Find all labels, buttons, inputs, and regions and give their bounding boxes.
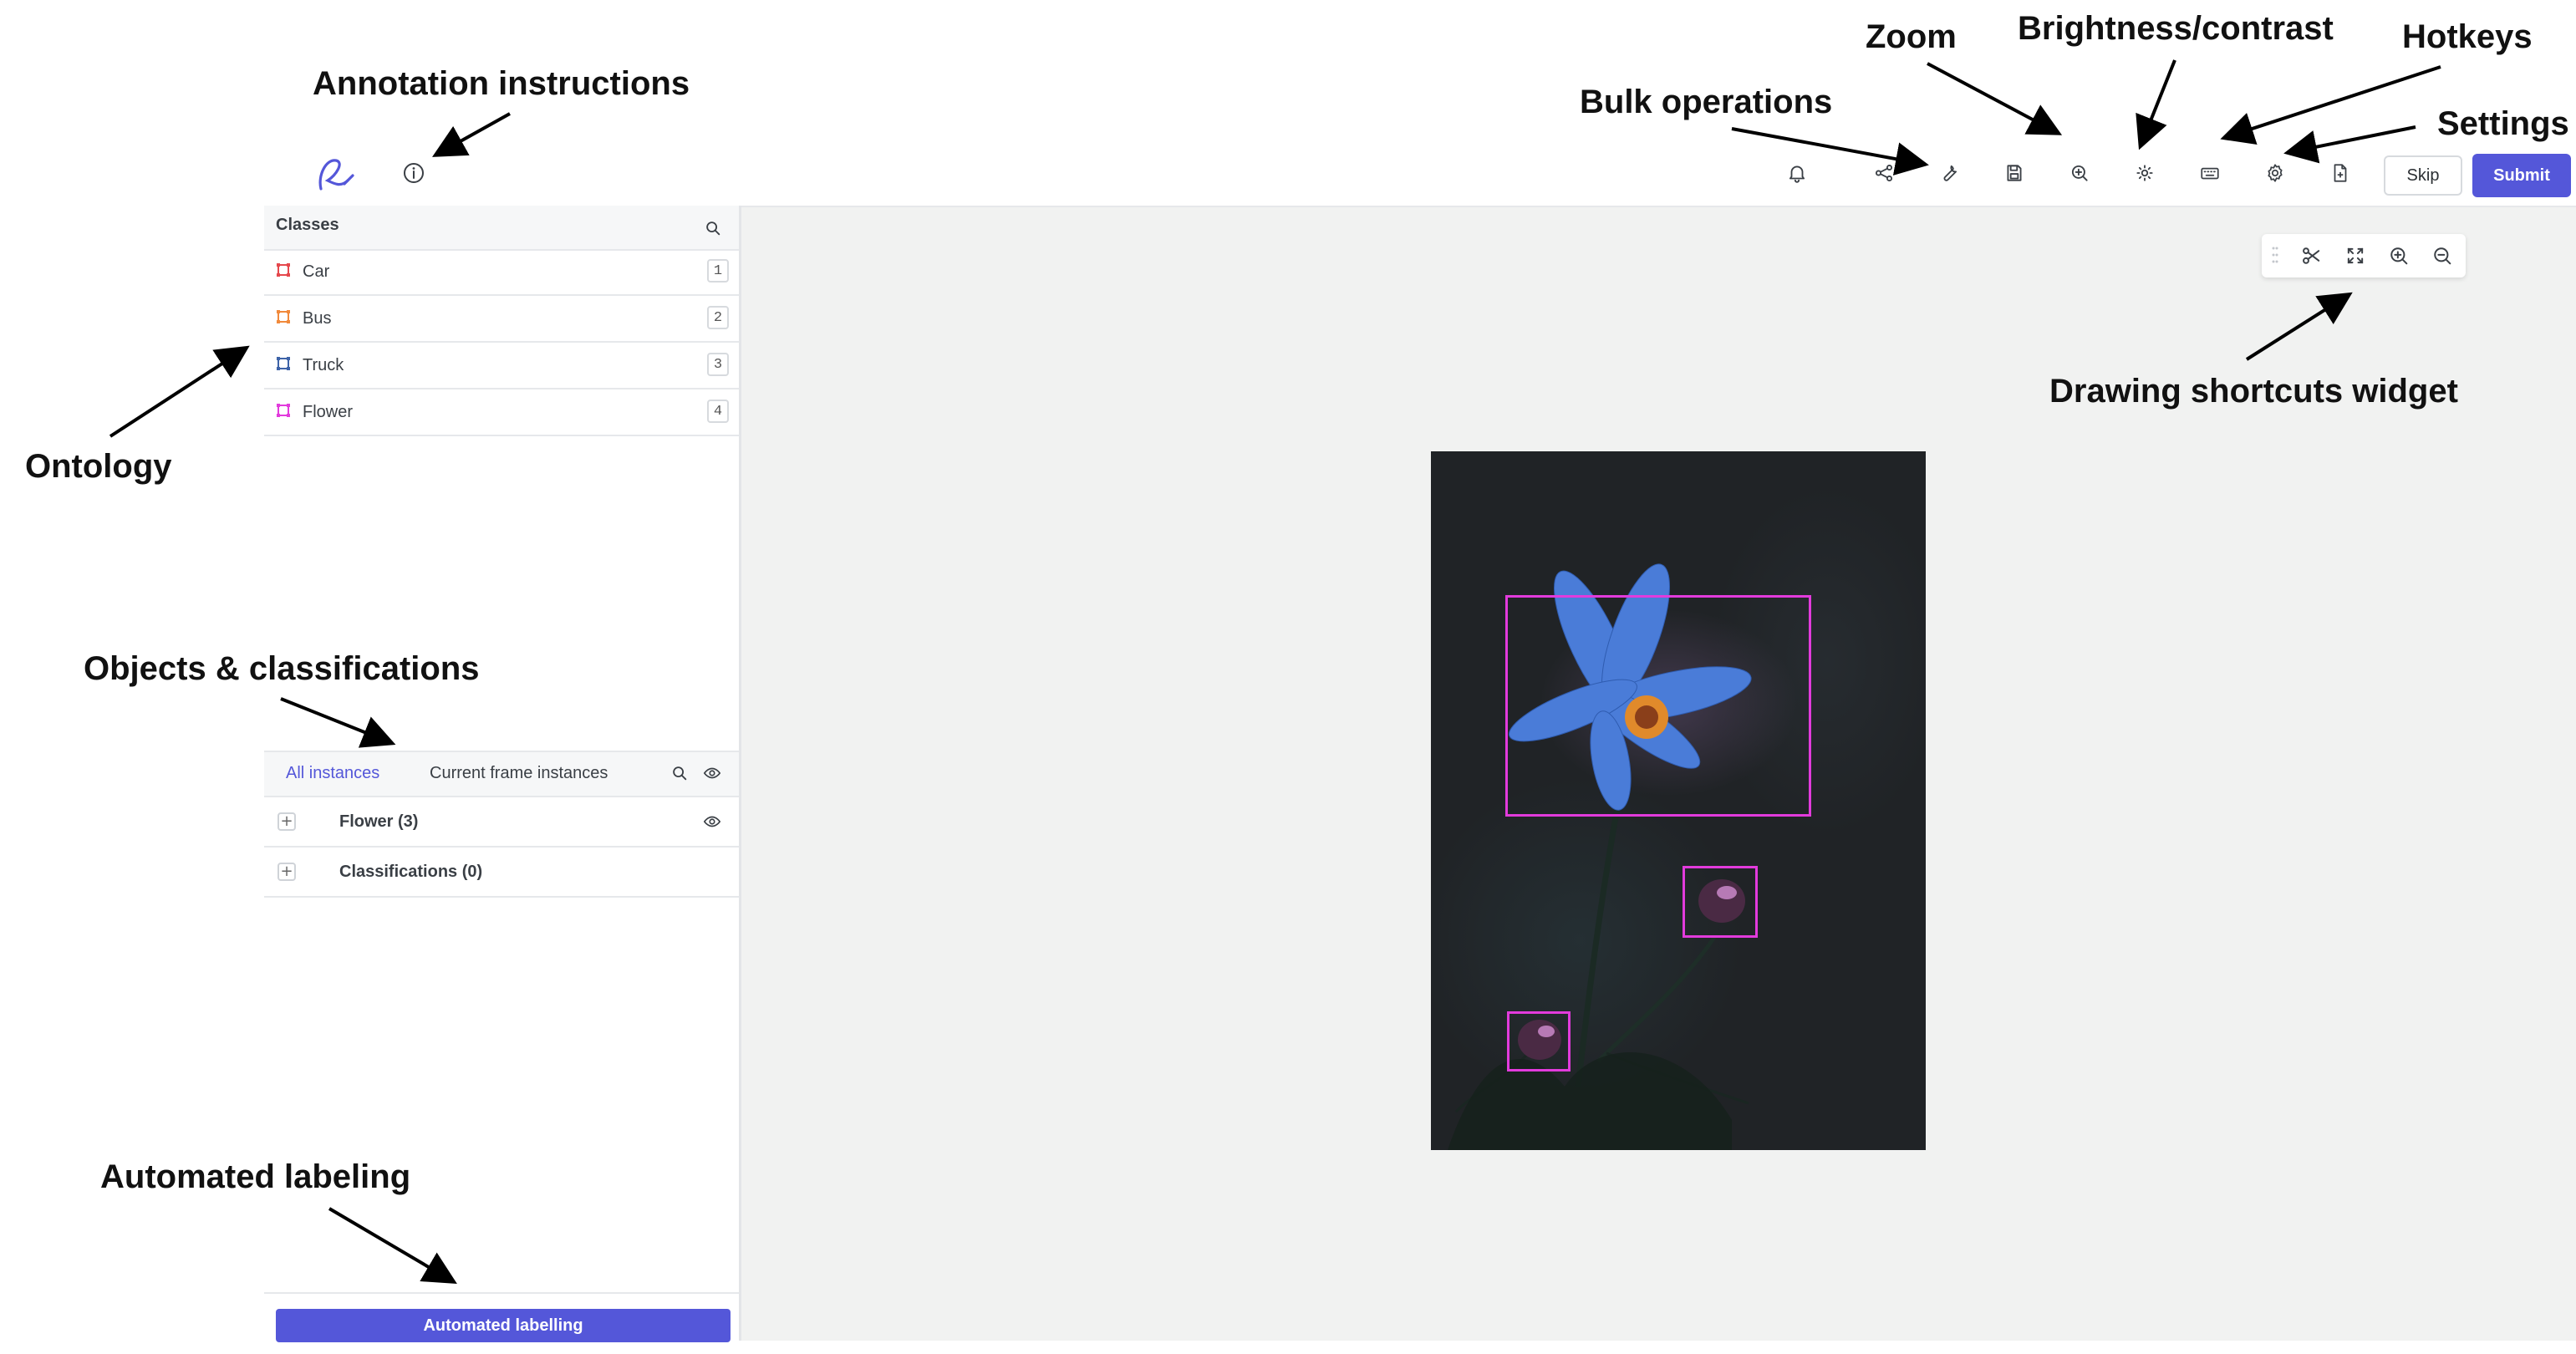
bounding-box-icon <box>277 404 290 417</box>
skip-button[interactable]: Skip <box>2384 155 2462 196</box>
callout-bulk-operations: Bulk operations <box>1580 84 1833 120</box>
instance-group-flower[interactable]: + Flower (3) <box>264 797 739 848</box>
class-item-truck[interactable]: Truck 3 <box>264 343 739 389</box>
search-icon[interactable] <box>704 219 722 237</box>
bounding-box-annotation[interactable] <box>1505 595 1811 817</box>
callout-drawing-shortcuts-widget: Drawing shortcuts widget <box>2049 373 2458 410</box>
eye-icon[interactable] <box>702 764 722 782</box>
callout-brightness-contrast: Brightness/contrast <box>2018 10 2334 47</box>
class-label: Bus <box>303 309 332 328</box>
class-label: Truck <box>303 356 344 374</box>
callout-settings: Settings <box>2437 105 2569 142</box>
app-logo[interactable] <box>311 150 358 197</box>
instance-group-label: Classifications (0) <box>339 863 483 881</box>
instance-group-label: Flower (3) <box>339 812 419 831</box>
bounding-box-icon <box>277 357 290 370</box>
sun-icon[interactable] <box>2128 156 2161 190</box>
drag-handle-icon[interactable] <box>2272 246 2278 264</box>
bounding-box-icon <box>277 263 290 277</box>
class-item-car[interactable]: Car 1 <box>264 249 739 296</box>
callout-objects-classifications: Objects & classifications <box>84 650 480 687</box>
search-icon[interactable] <box>670 764 689 782</box>
info-icon[interactable] <box>401 160 426 186</box>
hotkey-badge: 3 <box>707 353 729 376</box>
document-icon[interactable] <box>2324 156 2357 190</box>
instance-group-classifications[interactable]: + Classifications (0) <box>264 848 739 898</box>
tab-current-frame-instances[interactable]: Current frame instances <box>430 764 608 783</box>
callout-hotkeys: Hotkeys <box>2402 18 2533 55</box>
expand-icon[interactable]: + <box>277 863 296 881</box>
zoom-in-icon[interactable] <box>2063 156 2096 190</box>
bounding-box-icon <box>277 310 290 323</box>
zoom-out-icon[interactable] <box>2431 244 2454 267</box>
bounding-box-annotation[interactable] <box>1683 866 1758 938</box>
classes-title: Classes <box>276 216 339 234</box>
class-label: Car <box>303 262 330 281</box>
hotkey-badge: 1 <box>707 259 729 283</box>
submit-button[interactable]: Submit <box>2472 154 2571 197</box>
divider <box>264 1292 739 1294</box>
tab-all-instances[interactable]: All instances <box>286 764 379 783</box>
zoom-in-icon[interactable] <box>2387 244 2411 267</box>
bell-icon[interactable] <box>1780 156 1814 190</box>
share-icon[interactable] <box>1867 156 1901 190</box>
class-label: Flower <box>303 403 354 421</box>
class-item-flower[interactable]: Flower 4 <box>264 389 739 436</box>
save-icon[interactable] <box>1998 156 2031 190</box>
class-item-bus[interactable]: Bus 2 <box>264 296 739 343</box>
fit-screen-icon[interactable] <box>2344 244 2367 267</box>
scissors-icon[interactable] <box>2300 244 2324 267</box>
hotkey-badge: 2 <box>707 306 729 329</box>
eye-icon[interactable] <box>702 812 722 831</box>
callout-zoom: Zoom <box>1866 18 1957 55</box>
keyboard-icon[interactable] <box>2193 156 2227 190</box>
top-toolbar <box>264 140 2576 207</box>
callout-ontology: Ontology <box>25 448 172 485</box>
bounding-box-annotation[interactable] <box>1507 1011 1571 1071</box>
expand-icon[interactable]: + <box>277 812 296 831</box>
hotkey-badge: 4 <box>707 400 729 423</box>
automated-labelling-button[interactable]: Automated labelling <box>276 1309 731 1342</box>
callout-automated-labeling: Automated labeling <box>100 1158 411 1195</box>
image-being-labeled[interactable] <box>1431 451 1926 1150</box>
gear-icon[interactable] <box>2258 156 2292 190</box>
wrench-icon[interactable] <box>1932 156 1966 190</box>
callout-annotation-instructions: Annotation instructions <box>313 65 690 102</box>
